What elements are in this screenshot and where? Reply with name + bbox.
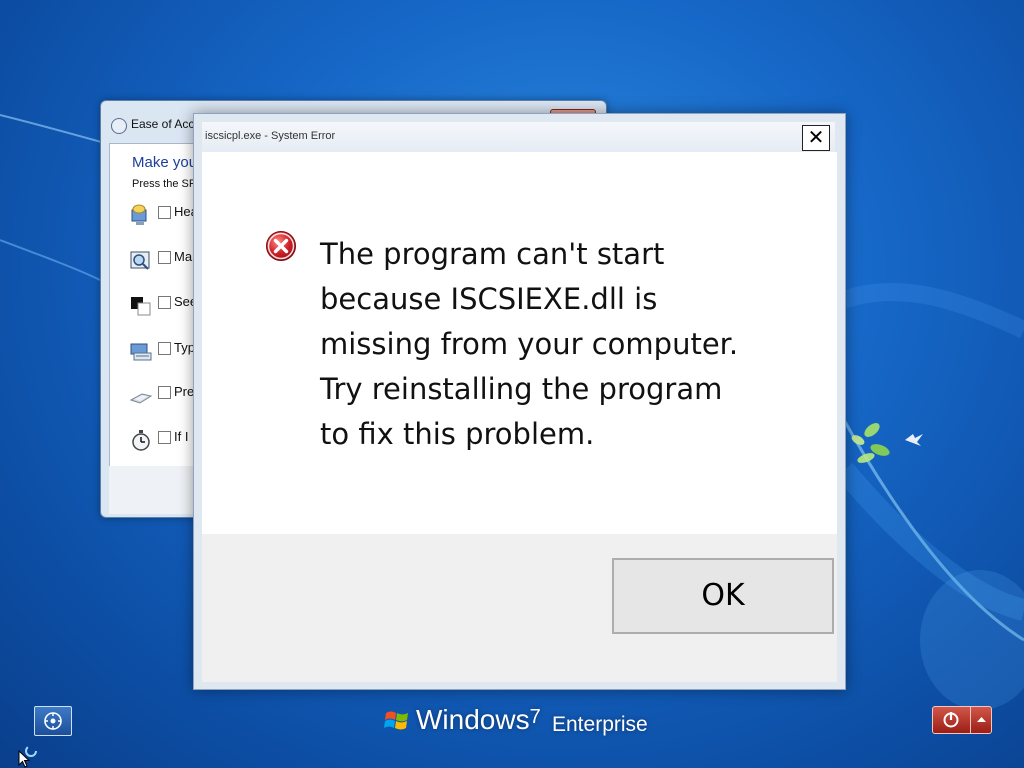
shutdown-options-arrow-icon[interactable] (970, 707, 992, 733)
option-label: Ma (174, 249, 193, 264)
narrator-icon (131, 204, 147, 225)
option-label: Typ (174, 340, 195, 355)
magnifier-icon (130, 251, 150, 270)
brand-edition: Enterprise (552, 713, 648, 736)
checkbox[interactable] (158, 431, 171, 444)
on-screen-keyboard-icon (130, 343, 152, 361)
ok-button[interactable]: OK (612, 558, 834, 634)
dialog-footer: OK (202, 534, 837, 682)
close-button[interactable]: ✕ (802, 125, 830, 151)
shutdown-button[interactable] (932, 706, 992, 734)
high-contrast-icon (131, 297, 151, 316)
message-line: The program can't start (320, 237, 665, 271)
error-icon (266, 231, 296, 261)
checkbox[interactable] (158, 206, 171, 219)
brand-version: 7 (529, 706, 541, 728)
ease-of-access-icon (44, 712, 62, 730)
keyboard-keys-icon (130, 393, 152, 404)
dialog-content: The program can't start because ISCSIEXE… (202, 152, 837, 534)
brand-name: Windows (416, 704, 530, 735)
message-line: Try reinstalling the program (320, 372, 723, 406)
ease-of-access-icon (111, 118, 127, 134)
stopwatch-icon (132, 430, 150, 451)
dialog-titlebar[interactable]: iscsicpl.exe - System Error ✕ (202, 122, 835, 152)
message-line: to fix this problem. (320, 417, 595, 451)
windows-logo-icon (384, 711, 408, 730)
mouse-cursor-icon (18, 750, 31, 768)
ease-of-access-title: Ease of Acce (131, 117, 202, 131)
message-line: because ISCSIEXE.dll is (320, 282, 658, 316)
checkbox[interactable] (158, 386, 171, 399)
checkbox[interactable] (158, 251, 171, 264)
dialog-title: iscsicpl.exe - System Error (205, 130, 336, 142)
checkbox[interactable] (158, 342, 171, 355)
error-message: The program can't start because ISCSIEXE… (320, 232, 800, 457)
option-label: Pre (174, 384, 195, 399)
ease-of-access-heading: Make you (132, 154, 198, 171)
checkbox[interactable] (158, 296, 171, 309)
message-line: missing from your computer. (320, 327, 739, 361)
option-label: If I (174, 429, 189, 444)
ease-of-access-button[interactable] (34, 706, 72, 736)
windows-wordmark: Windows7 (416, 704, 541, 736)
close-icon: ✕ (807, 125, 825, 149)
power-icon (943, 712, 959, 728)
ease-of-access-subtitle: Press the SP (132, 178, 197, 190)
system-error-dialog[interactable]: iscsicpl.exe - System Error ✕ The progra… (193, 113, 846, 690)
